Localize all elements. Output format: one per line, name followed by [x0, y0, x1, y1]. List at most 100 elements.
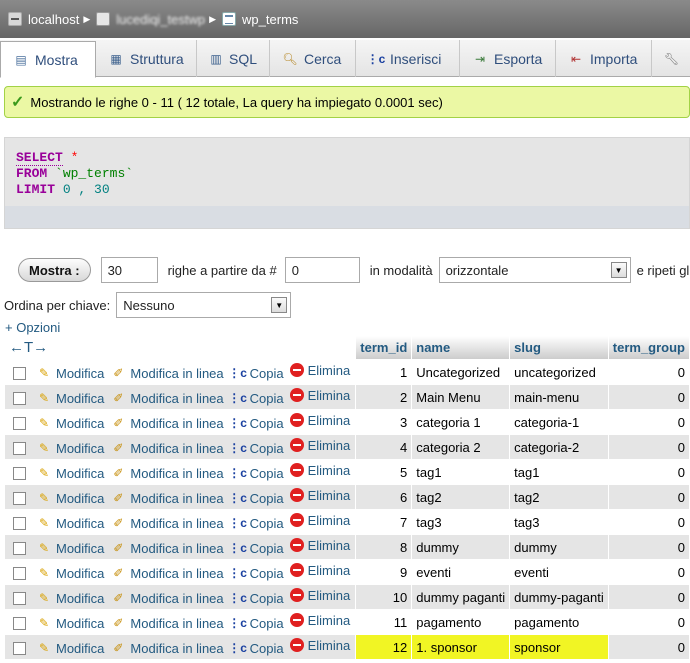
- sort-key-select[interactable]: Nessuno ▼: [116, 292, 292, 318]
- rows-count-input[interactable]: 30: [100, 257, 158, 283]
- row-checkbox[interactable]: [13, 517, 26, 531]
- inline-edit-link[interactable]: ✐ Modifica in linea: [110, 615, 223, 631]
- cell-term-group[interactable]: 0: [608, 635, 689, 659]
- delete-link[interactable]: Elimina: [289, 613, 350, 628]
- tab-inserisci[interactable]: ⋮c Inserisci: [356, 40, 460, 77]
- cell-term-id[interactable]: 1: [356, 360, 412, 384]
- cell-name[interactable]: dummy: [412, 535, 510, 559]
- breadcrumb-table-label[interactable]: wp_terms: [242, 12, 298, 27]
- breadcrumb-database[interactable]: lucediqi_testwp: [96, 12, 205, 27]
- table-row[interactable]: ✎ Modifica ✐ Modifica in linea ⋮c Copia Elimin…: [5, 510, 689, 534]
- delete-link[interactable]: Elimina: [289, 438, 350, 453]
- column-header-term-id[interactable]: term_id: [356, 336, 412, 359]
- table-row[interactable]: ✎ Modifica ✐ Modifica in linea ⋮c Copia Elimin…: [5, 460, 689, 484]
- row-checkbox[interactable]: [13, 567, 26, 581]
- cell-slug[interactable]: tag3: [510, 510, 608, 534]
- cell-term-id[interactable]: 8: [356, 535, 412, 559]
- cell-term-group[interactable]: 0: [608, 535, 689, 559]
- tab-mostra[interactable]: ▤ Mostra: [0, 41, 96, 78]
- copy-link[interactable]: ⋮c Copia: [228, 415, 283, 431]
- cell-term-group[interactable]: 0: [608, 510, 689, 534]
- edit-link[interactable]: ✎ Modifica: [36, 365, 104, 381]
- column-arrows[interactable]: ←T→: [9, 339, 48, 356]
- tab-importa[interactable]: ⇤ Importa: [556, 40, 652, 77]
- inline-edit-link[interactable]: ✐ Modifica in linea: [110, 415, 223, 431]
- cell-term-group[interactable]: 0: [608, 410, 689, 434]
- edit-link[interactable]: ✎ Modifica: [36, 440, 104, 456]
- row-checkbox[interactable]: [13, 367, 26, 381]
- options-link[interactable]: + Opzioni: [5, 320, 60, 335]
- column-header-term-group[interactable]: term_group: [608, 336, 689, 359]
- inline-edit-link[interactable]: ✐ Modifica in linea: [110, 540, 223, 556]
- cell-name[interactable]: tag3: [412, 510, 510, 534]
- copy-link[interactable]: ⋮c Copia: [228, 640, 283, 656]
- cell-slug[interactable]: sponsor: [510, 635, 608, 659]
- sql-select-keyword[interactable]: SELECT: [16, 150, 63, 166]
- cell-slug[interactable]: dummy: [510, 535, 608, 559]
- edit-link[interactable]: ✎ Modifica: [36, 565, 104, 581]
- breadcrumb-server[interactable]: localhost: [8, 12, 79, 27]
- cell-term-id[interactable]: 12: [356, 635, 412, 659]
- table-row[interactable]: ✎ Modifica ✐ Modifica in linea ⋮c Copia Elimin…: [5, 435, 689, 459]
- copy-link[interactable]: ⋮c Copia: [228, 390, 283, 406]
- cell-term-id[interactable]: 4: [356, 435, 412, 459]
- cell-term-id[interactable]: 10: [356, 585, 412, 609]
- delete-link[interactable]: Elimina: [289, 638, 350, 653]
- cell-name[interactable]: tag1: [412, 460, 510, 484]
- cell-term-group[interactable]: 0: [608, 360, 689, 384]
- cell-slug[interactable]: uncategorized: [510, 360, 608, 384]
- cell-term-group[interactable]: 0: [608, 485, 689, 509]
- cell-term-group[interactable]: 0: [608, 610, 689, 634]
- copy-link[interactable]: ⋮c Copia: [228, 615, 283, 631]
- table-row[interactable]: ✎ Modifica ✐ Modifica in linea ⋮c Copia Elimin…: [5, 635, 689, 659]
- cell-name[interactable]: pagamento: [412, 610, 510, 634]
- cell-name[interactable]: categoria 2: [412, 435, 510, 459]
- column-header-name[interactable]: name: [412, 336, 510, 359]
- delete-link[interactable]: Elimina: [289, 538, 350, 553]
- copy-link[interactable]: ⋮c Copia: [228, 440, 283, 456]
- edit-link[interactable]: ✎ Modifica: [36, 490, 104, 506]
- inline-edit-link[interactable]: ✐ Modifica in linea: [110, 490, 223, 506]
- table-row[interactable]: ✎ Modifica ✐ Modifica in linea ⋮c Copia Elimin…: [5, 585, 689, 609]
- cell-term-group[interactable]: 0: [608, 560, 689, 584]
- edit-link[interactable]: ✎ Modifica: [36, 465, 104, 481]
- copy-link[interactable]: ⋮c Copia: [228, 540, 283, 556]
- row-checkbox[interactable]: [13, 617, 26, 631]
- inline-edit-link[interactable]: ✐ Modifica in linea: [110, 440, 223, 456]
- breadcrumb-table[interactable]: wp_terms: [222, 12, 298, 27]
- mode-select[interactable]: orizzontale ▼: [438, 257, 631, 283]
- cell-slug[interactable]: dummy-paganti: [510, 585, 608, 609]
- cell-name[interactable]: eventi: [412, 560, 510, 584]
- inline-edit-link[interactable]: ✐ Modifica in linea: [110, 365, 223, 381]
- cell-slug[interactable]: tag2: [510, 485, 608, 509]
- cell-slug[interactable]: main-menu: [510, 385, 608, 409]
- edit-link[interactable]: ✎ Modifica: [36, 640, 104, 656]
- table-row[interactable]: ✎ Modifica ✐ Modifica in linea ⋮c Copia Elimin…: [5, 410, 689, 434]
- edit-link[interactable]: ✎ Modifica: [36, 615, 104, 631]
- edit-link[interactable]: ✎ Modifica: [36, 515, 104, 531]
- copy-link[interactable]: ⋮c Copia: [228, 365, 283, 381]
- cell-name[interactable]: 1. sponsor: [412, 635, 510, 659]
- cell-name[interactable]: dummy paganti: [412, 585, 510, 609]
- cell-name[interactable]: Uncategorized: [412, 360, 510, 384]
- cell-slug[interactable]: categoria-2: [510, 435, 608, 459]
- cell-term-group[interactable]: 0: [608, 385, 689, 409]
- delete-link[interactable]: Elimina: [289, 363, 350, 378]
- copy-link[interactable]: ⋮c Copia: [228, 490, 283, 506]
- cell-slug[interactable]: eventi: [510, 560, 608, 584]
- table-row[interactable]: ✎ Modifica ✐ Modifica in linea ⋮c Copia Elimin…: [5, 360, 689, 384]
- cell-term-group[interactable]: 0: [608, 435, 689, 459]
- row-checkbox[interactable]: [13, 492, 26, 506]
- row-checkbox[interactable]: [13, 642, 26, 656]
- cell-term-id[interactable]: 9: [356, 560, 412, 584]
- edit-link[interactable]: ✎ Modifica: [36, 540, 104, 556]
- row-checkbox[interactable]: [13, 542, 26, 556]
- row-checkbox[interactable]: [13, 442, 26, 456]
- cell-slug[interactable]: pagamento: [510, 610, 608, 634]
- cell-term-id[interactable]: 6: [356, 485, 412, 509]
- edit-link[interactable]: ✎ Modifica: [36, 390, 104, 406]
- copy-link[interactable]: ⋮c Copia: [228, 515, 283, 531]
- inline-edit-link[interactable]: ✐ Modifica in linea: [110, 640, 223, 656]
- row-checkbox[interactable]: [13, 392, 26, 406]
- cell-name[interactable]: tag2: [412, 485, 510, 509]
